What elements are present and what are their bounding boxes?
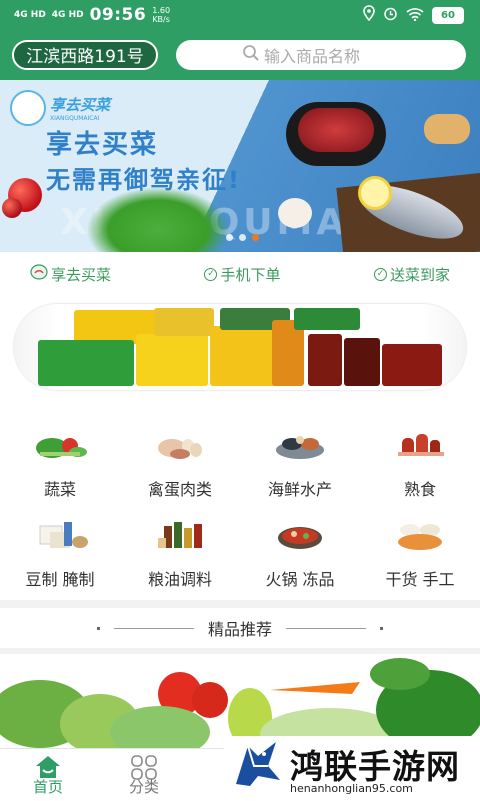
cherry-image-2 (2, 198, 22, 218)
carousel-indicator (226, 234, 259, 241)
product-box-image (154, 308, 214, 336)
brand-mini-logo-icon (30, 264, 48, 284)
wifi-icon (406, 6, 424, 25)
watermark-ad-overlay: 鸿联手游网 henanhonglian95.com (224, 736, 480, 800)
seafood-icon (270, 426, 330, 462)
garlic-image (278, 198, 312, 228)
ginger-image (424, 114, 470, 144)
product-box-image (308, 334, 342, 386)
vegetables-icon (30, 426, 90, 462)
app-header: 江滨西路191号 输入商品名称 (0, 30, 480, 80)
brand-logo: 享去买菜 XIANGQUMAICAI (10, 90, 110, 126)
ad-url: henanhonglian95.com (290, 782, 413, 795)
status-time: 09:56 (89, 5, 147, 25)
product-box-image (136, 334, 208, 386)
slogan-item: 享去买菜 (30, 262, 111, 286)
alarm-icon (383, 6, 398, 25)
slogan-row: 享去买菜 ✓ 手机下单 ✓ 送菜到家 (0, 262, 480, 286)
divider-dot (380, 626, 383, 630)
logo-emblem-icon (10, 90, 46, 126)
tofu-pickled-icon (30, 516, 90, 552)
location-selector[interactable]: 江滨西路191号 (12, 40, 158, 70)
carousel-dot[interactable] (226, 234, 233, 241)
recommend-header: 精品推荐 (0, 610, 480, 646)
category-grain-oil-seasoning[interactable]: 粮油调料 (120, 510, 240, 590)
banner-headline: 享去买菜 (46, 130, 159, 160)
check-circle-icon: ✓ (373, 267, 387, 281)
horse-logo-icon (228, 736, 284, 792)
carousel-dot-active[interactable] (252, 234, 259, 241)
section-divider (0, 600, 480, 608)
product-box-image (38, 340, 134, 386)
search-placeholder: 输入商品名称 (264, 47, 361, 66)
lemon-image (358, 176, 392, 210)
check-circle-icon: ✓ (204, 267, 218, 281)
signal-indicator-2: 4G HD (51, 10, 84, 20)
signal-indicator-1: 4G HD (14, 10, 46, 20)
hotpot-frozen-icon (270, 516, 330, 552)
brand-name: 享去买菜 (50, 96, 111, 114)
tab-home[interactable]: 首页 (8, 749, 88, 801)
category-seafood[interactable]: 海鲜水产 (240, 420, 360, 500)
search-input[interactable]: 输入商品名称 (176, 40, 466, 70)
dried-handmade-icon (390, 516, 450, 552)
carousel-dot[interactable] (239, 234, 246, 241)
grain-oil-seasoning-icon (150, 516, 210, 552)
product-box-image (344, 338, 380, 386)
ad-title: 鸿联手游网 (290, 747, 460, 786)
poultry-egg-meat-icon (150, 426, 210, 462)
promo-banner-carousel[interactable]: XIANGQUMAI 享去买菜 XIANGQUMAICAI 享去买菜 无需再御驾… (0, 80, 480, 252)
network-speed: 1.60 KB/s (152, 6, 171, 24)
product-box-image (382, 344, 442, 386)
product-box-image (294, 308, 360, 330)
recommend-title: 精品推荐 (207, 620, 272, 639)
slogan-item: ✓ 手机下单 (204, 262, 281, 286)
product-promo-banner[interactable] (14, 304, 466, 390)
search-icon (242, 44, 260, 66)
category-poultry-egg-meat[interactable]: 禽蛋肉类 (120, 420, 240, 500)
battery-indicator: 60 (432, 6, 464, 24)
divider-line (113, 627, 194, 629)
divider-line (286, 627, 366, 629)
steak-image (298, 108, 374, 152)
divider-dot (96, 626, 100, 630)
product-box-image (210, 326, 280, 386)
category-tofu-pickled[interactable]: 豆制 腌制 (0, 510, 120, 590)
category-vegetables[interactable]: 蔬菜 (0, 420, 120, 500)
celery-image (88, 188, 228, 252)
slogan-item: ✓ 送菜到家 (373, 262, 450, 286)
location-pin-icon (363, 5, 375, 25)
cooked-food-icon (390, 426, 450, 462)
tab-category[interactable]: 分类 (104, 749, 184, 801)
category-cooked-food[interactable]: 熟食 (360, 420, 480, 500)
category-hotpot-frozen[interactable]: 火锅 冻品 (240, 510, 360, 590)
status-bar: 4G HD 4G HD 09:56 1.60 KB/s 60 (0, 0, 480, 30)
brand-subtitle: XIANGQUMAICAI (50, 115, 100, 122)
category-dried-handmade[interactable]: 干货 手工 (360, 510, 480, 590)
